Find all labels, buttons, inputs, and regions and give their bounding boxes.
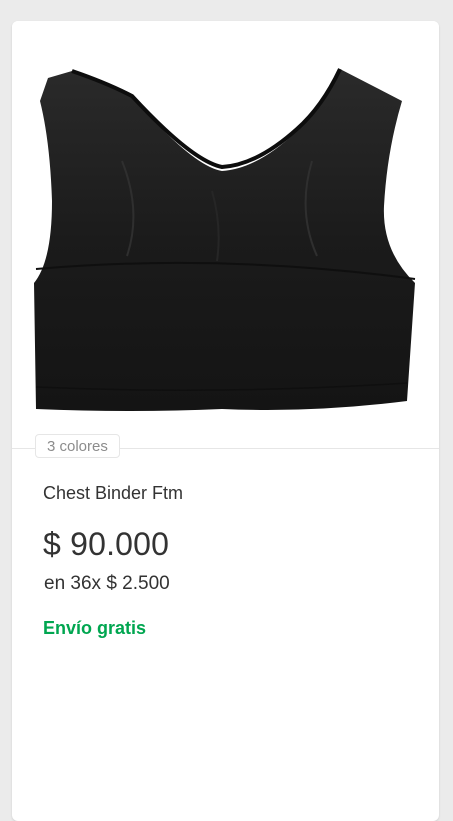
product-card[interactable]: 3 colores Chest Binder Ftm $ 90.000 en 3… — [12, 21, 439, 821]
installments-text: en 36x $ 2.500 — [44, 573, 170, 594]
product-title[interactable]: Chest Binder Ftm — [43, 483, 183, 504]
free-shipping-label: Envío gratis — [43, 618, 147, 638]
product-image[interactable] — [12, 21, 439, 448]
product-photo — [34, 68, 416, 411]
colors-badge[interactable]: 3 colores — [35, 434, 120, 458]
garment-shape — [34, 69, 415, 411]
product-price: $ 90.000 — [43, 526, 170, 562]
